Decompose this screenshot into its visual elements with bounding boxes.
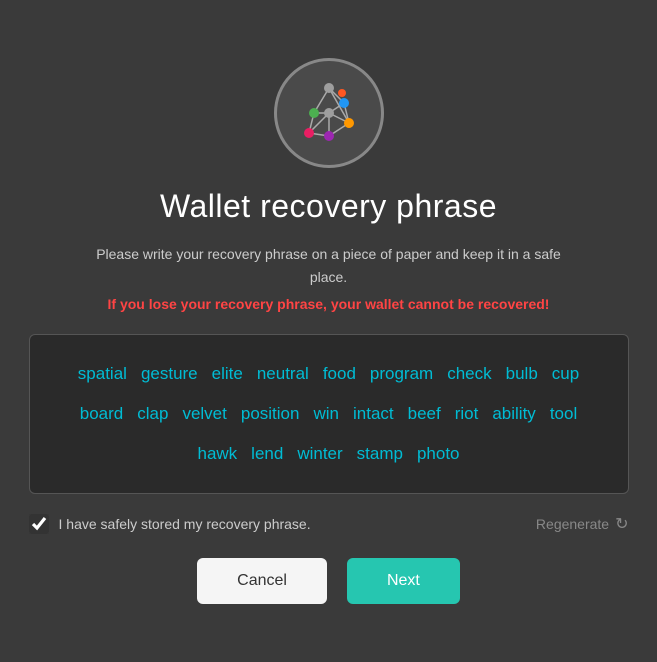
phrase-word: bulb [506,357,538,391]
cancel-button[interactable]: Cancel [197,558,327,604]
phrase-word: elite [212,357,243,391]
regenerate-icon: ↻ [615,514,628,534]
phrase-box: spatial gesture elite neutral food program che… [29,334,629,494]
phrase-word: intact [353,397,394,431]
phrase-word: hawk [197,437,237,471]
phrase-words: spatial gesture elite neutral food program che… [60,357,598,471]
subtitle-text: Please write your recovery phrase on a p… [79,243,579,288]
phrase-word: beef [408,397,441,431]
phrase-word: photo [417,437,460,471]
phrase-word: gesture [141,357,198,391]
regenerate-button[interactable]: Regenerate ↻ [536,514,629,534]
stored-checkbox[interactable] [29,514,49,534]
phrase-word: program [370,357,433,391]
phrase-word: velvet [182,397,226,431]
phrase-word: check [447,357,491,391]
phrase-word: tool [550,397,577,431]
checkbox-label: I have safely stored my recovery phrase. [59,516,311,532]
page-title: Wallet recovery phrase [160,188,497,225]
checkbox-row: I have safely stored my recovery phrase.… [29,514,629,534]
phrase-word: lend [251,437,283,471]
phrase-word: ability [492,397,535,431]
phrase-word: spatial [78,357,127,391]
checkbox-left: I have safely stored my recovery phrase. [29,514,311,534]
next-button[interactable]: Next [347,558,460,604]
main-container: Wallet recovery phrase Please write your… [29,58,629,604]
phrase-word: clap [137,397,168,431]
phrase-word: position [241,397,300,431]
phrase-word: riot [455,397,479,431]
phrase-word: board [80,397,123,431]
phrase-word: stamp [357,437,403,471]
phrase-word: food [323,357,356,391]
app-logo [274,58,384,168]
buttons-row: Cancel Next [197,558,460,604]
phrase-word: cup [552,357,579,391]
phrase-word: win [313,397,339,431]
regenerate-label: Regenerate [536,516,609,532]
warning-text: If you lose your recovery phrase, your w… [108,296,550,312]
phrase-word: neutral [257,357,309,391]
phrase-word: winter [297,437,342,471]
